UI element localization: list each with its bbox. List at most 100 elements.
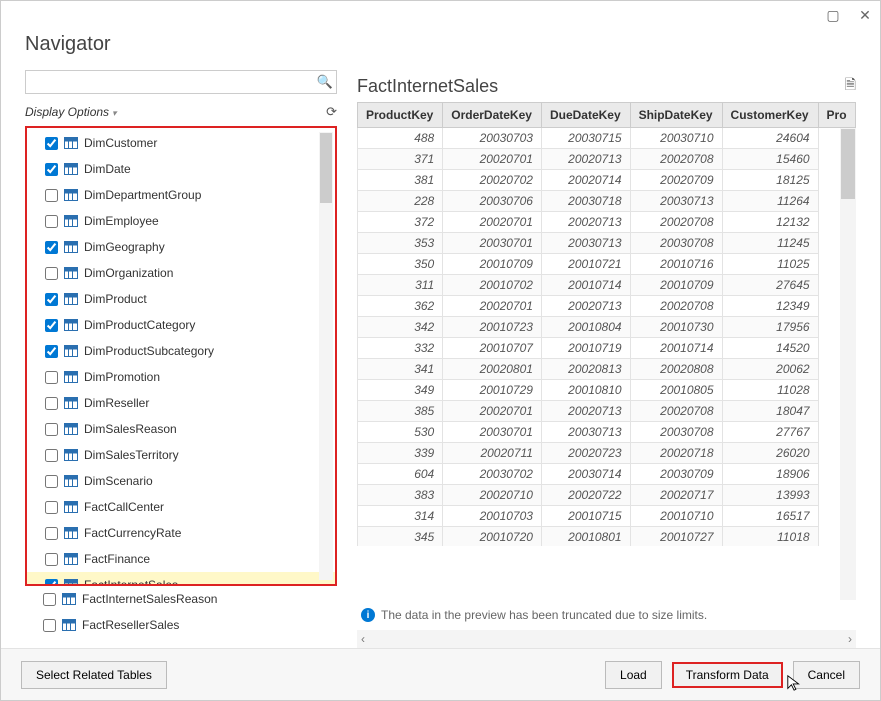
tree-item[interactable]: FactResellerSales — [25, 612, 337, 638]
tree-checkbox[interactable] — [43, 593, 56, 606]
tree-item[interactable]: DimProductCategory — [27, 312, 335, 338]
column-header[interactable]: CustomerKey — [722, 103, 818, 128]
tree-item[interactable]: DimCustomer — [27, 130, 335, 156]
tree-item[interactable]: FactInternetSalesReason — [25, 586, 337, 612]
table-icon — [64, 241, 78, 253]
tree-checkbox[interactable] — [45, 423, 58, 436]
header-row: ProductKeyOrderDateKeyDueDateKeyShipDate… — [358, 103, 856, 128]
tree-scrollbar[interactable] — [319, 132, 333, 580]
tree-checkbox[interactable] — [45, 319, 58, 332]
table-row[interactable]: 38120020702200207142002070918125 — [358, 170, 856, 191]
cell: 371 — [358, 149, 443, 170]
column-header[interactable]: ShipDateKey — [630, 103, 722, 128]
tree-item[interactable]: FactCurrencyRate — [27, 520, 335, 546]
column-header[interactable]: DueDateKey — [541, 103, 630, 128]
tree-checkbox[interactable] — [45, 397, 58, 410]
cell: 27767 — [722, 422, 818, 443]
search-input[interactable] — [26, 73, 314, 91]
table-tree: DimCustomerDimDateDimDepartmentGroupDimE… — [25, 126, 337, 586]
tree-item[interactable]: DimSalesTerritory — [27, 442, 335, 468]
tree-item[interactable]: DimProductSubcategory — [27, 338, 335, 364]
select-related-tables-button[interactable]: Select Related Tables — [21, 661, 167, 689]
tree-item[interactable]: DimProduct — [27, 286, 335, 312]
tree-checkbox[interactable] — [45, 293, 58, 306]
tree-checkbox[interactable] — [45, 579, 58, 587]
table-row[interactable]: 35020010709200107212001071611025 — [358, 254, 856, 275]
transform-data-button[interactable]: Transform Data — [672, 662, 783, 688]
tree-checkbox[interactable] — [45, 345, 58, 358]
column-header[interactable]: Pro — [818, 103, 855, 128]
tree-checkbox[interactable] — [45, 527, 58, 540]
table-row[interactable]: 38320020710200207222002071713993 — [358, 485, 856, 506]
table-row[interactable]: 34220010723200108042001073017956 — [358, 317, 856, 338]
table-row[interactable]: 36220020701200207132002070812349 — [358, 296, 856, 317]
refresh-icon[interactable]: ⟳ — [326, 104, 337, 120]
search-box[interactable]: 🔍 — [25, 70, 337, 94]
table-row[interactable]: 33220010707200107192001071414520 — [358, 338, 856, 359]
tree-item[interactable]: DimReseller — [27, 390, 335, 416]
close-icon[interactable]: ✕ — [858, 8, 872, 22]
cancel-button[interactable]: Cancel — [793, 661, 860, 689]
table-row[interactable]: 22820030706200307182003071311264 — [358, 191, 856, 212]
tree-checkbox[interactable] — [45, 267, 58, 280]
table-row[interactable]: 48820030703200307152003071024604 — [358, 128, 856, 149]
tree-checkbox[interactable] — [45, 137, 58, 150]
table-row[interactable]: 37120020701200207132002070815460 — [358, 149, 856, 170]
tree-checkbox[interactable] — [45, 449, 58, 462]
load-button[interactable]: Load — [605, 661, 662, 689]
table-row[interactable]: 53020030701200307132003070827767 — [358, 422, 856, 443]
tree-item[interactable]: DimPromotion — [27, 364, 335, 390]
table-icon — [64, 423, 78, 435]
table-row[interactable]: 33920020711200207232002071826020 — [358, 443, 856, 464]
tree-checkbox[interactable] — [45, 475, 58, 488]
cell: 372 — [358, 212, 443, 233]
table-row[interactable]: 34920010729200108102001080511028 — [358, 380, 856, 401]
tree-checkbox[interactable] — [45, 501, 58, 514]
tree-checkbox[interactable] — [43, 619, 56, 632]
cell: 17956 — [722, 317, 818, 338]
table-icon — [64, 293, 78, 305]
table-icon — [64, 137, 78, 149]
maximize-icon[interactable]: ▢ — [826, 8, 840, 22]
table-row[interactable]: 37220020701200207132002070812132 — [358, 212, 856, 233]
display-options-dropdown[interactable]: Display Options▾ — [25, 105, 117, 119]
cell: 20020808 — [630, 359, 722, 380]
preview-options-icon[interactable]: 🗎 — [845, 74, 856, 98]
tree-checkbox[interactable] — [45, 189, 58, 202]
tree-checkbox[interactable] — [45, 163, 58, 176]
cell: 16517 — [722, 506, 818, 527]
tree-item[interactable]: FactInternetSales — [27, 572, 335, 586]
search-icon[interactable]: 🔍 — [314, 74, 336, 90]
tree-item[interactable]: DimDate — [27, 156, 335, 182]
scroll-left-icon[interactable]: ‹ — [361, 632, 365, 646]
table-icon — [64, 345, 78, 357]
tree-item[interactable]: DimGeography — [27, 234, 335, 260]
cell: 20020801 — [443, 359, 542, 380]
table-row[interactable]: 31120010702200107142001070927645 — [358, 275, 856, 296]
tree-checkbox[interactable] — [45, 553, 58, 566]
tree-checkbox[interactable] — [45, 371, 58, 384]
grid-vertical-scrollbar[interactable] — [840, 128, 856, 600]
table-row[interactable]: 60420030702200307142003070918906 — [358, 464, 856, 485]
column-header[interactable]: ProductKey — [358, 103, 443, 128]
tree-checkbox[interactable] — [45, 241, 58, 254]
table-row[interactable]: 34520010720200108012001072711018 — [358, 527, 856, 547]
table-row[interactable]: 31420010703200107152001071016517 — [358, 506, 856, 527]
cell: 18047 — [722, 401, 818, 422]
table-row[interactable]: 35320030701200307132003070811245 — [358, 233, 856, 254]
column-header[interactable]: OrderDateKey — [443, 103, 542, 128]
tree-checkbox[interactable] — [45, 215, 58, 228]
tree-item[interactable]: FactFinance — [27, 546, 335, 572]
table-row[interactable]: 34120020801200208132002080820062 — [358, 359, 856, 380]
tree-item[interactable]: DimEmployee — [27, 208, 335, 234]
table-row[interactable]: 38520020701200207132002070818047 — [358, 401, 856, 422]
tree-item[interactable]: FactCallCenter — [27, 494, 335, 520]
scroll-right-icon[interactable]: › — [848, 632, 852, 646]
tree-item[interactable]: DimScenario — [27, 468, 335, 494]
tree-item[interactable]: DimSalesReason — [27, 416, 335, 442]
cell: 349 — [358, 380, 443, 401]
grid-horizontal-scrollbar[interactable]: ‹ › — [357, 630, 856, 648]
tree-item[interactable]: DimOrganization — [27, 260, 335, 286]
tree-item[interactable]: DimDepartmentGroup — [27, 182, 335, 208]
cell: 20062 — [722, 359, 818, 380]
